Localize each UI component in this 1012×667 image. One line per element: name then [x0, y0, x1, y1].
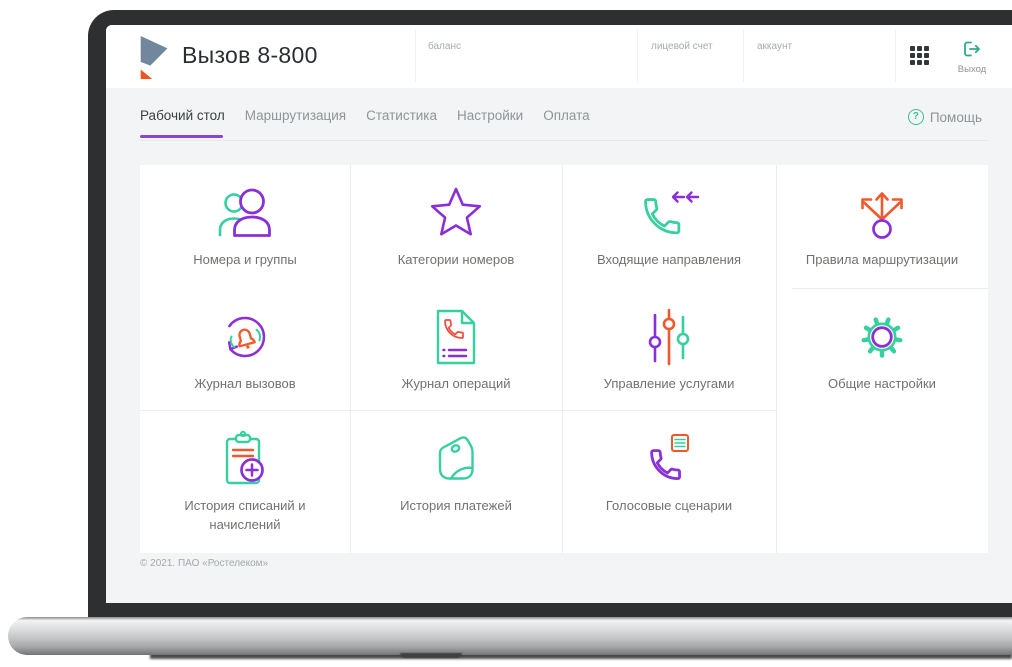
sliders-icon: [645, 305, 693, 369]
question-circle-icon: ?: [907, 109, 924, 125]
tile-numbers-groups[interactable]: Номера и группы: [140, 181, 350, 270]
tab-settings[interactable]: Настройки: [457, 108, 523, 123]
tab-dashboard[interactable]: Рабочий стол: [140, 108, 225, 138]
tile-voice-scenarios[interactable]: Голосовые сценарии: [562, 427, 776, 516]
routing-arrows-icon: [854, 181, 910, 245]
grid-divider: [140, 410, 776, 411]
page-title: Вызов 8-800: [182, 42, 318, 68]
incoming-call-icon: [638, 181, 700, 245]
personal-account-label: лицевой счет: [651, 41, 713, 52]
header-divider: [895, 30, 896, 82]
rostelecom-logo-icon: [140, 36, 172, 85]
grid-divider: [792, 288, 988, 289]
laptop-base: [8, 617, 1012, 655]
app-window: Вызов 8-800 баланс лицевой счет аккаунт …: [106, 25, 1012, 603]
header: Вызов 8-800 баланс лицевой счет аккаунт …: [106, 25, 1012, 88]
operations-log-icon: [433, 305, 479, 369]
call-log-bell-icon: [216, 305, 274, 369]
header-divider: [415, 30, 416, 82]
help-label: Помощь: [929, 109, 982, 125]
star-icon: [428, 181, 484, 245]
tab-payment[interactable]: Оплата: [543, 108, 589, 123]
clipboard-plus-icon: [222, 427, 268, 491]
dashboard-grid: Номера и группы Категории номеров Входящ…: [140, 165, 988, 553]
apps-grid-icon[interactable]: [910, 46, 929, 65]
tile-operations-log[interactable]: Журнал операций: [350, 305, 562, 394]
tile-call-log[interactable]: Журнал вызовов: [140, 305, 350, 394]
tile-charges-history[interactable]: История списаний и начислений: [140, 427, 350, 535]
voice-script-icon: [644, 427, 694, 491]
laptop-mockup: Вызов 8-800 баланс лицевой счет аккаунт …: [0, 0, 1012, 667]
tile-routing-rules[interactable]: Правила маршрутизации: [776, 181, 988, 270]
tabs-separator: [140, 140, 988, 141]
tab-routing[interactable]: Маршрутизация: [245, 108, 346, 123]
balance-label: баланс: [428, 41, 461, 52]
help-link[interactable]: ? Помощь: [907, 109, 982, 125]
laptop-base-notch: [400, 653, 462, 658]
tile-payments-history[interactable]: История платежей: [350, 427, 562, 516]
wallet-icon: [431, 427, 481, 491]
account-label: аккаунт: [757, 41, 793, 52]
tile-service-management[interactable]: Управление услугами: [562, 305, 776, 394]
logout-button[interactable]: Выход: [948, 40, 996, 75]
tile-incoming-directions[interactable]: Входящие направления: [562, 181, 776, 270]
tab-statistics[interactable]: Статистика: [366, 108, 437, 123]
main-nav: Рабочий стол Маршрутизация Статистика На…: [140, 108, 590, 138]
tile-number-categories[interactable]: Категории номеров: [350, 181, 562, 270]
copyright-text: © 2021. ПАО «Ростелеком»: [140, 558, 269, 569]
header-divider: [743, 30, 744, 82]
gear-icon: [854, 305, 910, 369]
header-divider: [637, 30, 638, 82]
logout-label: Выход: [957, 64, 987, 75]
tile-general-settings[interactable]: Общие настройки: [776, 305, 988, 394]
logout-icon: [962, 41, 982, 62]
users-icon: [217, 181, 273, 245]
